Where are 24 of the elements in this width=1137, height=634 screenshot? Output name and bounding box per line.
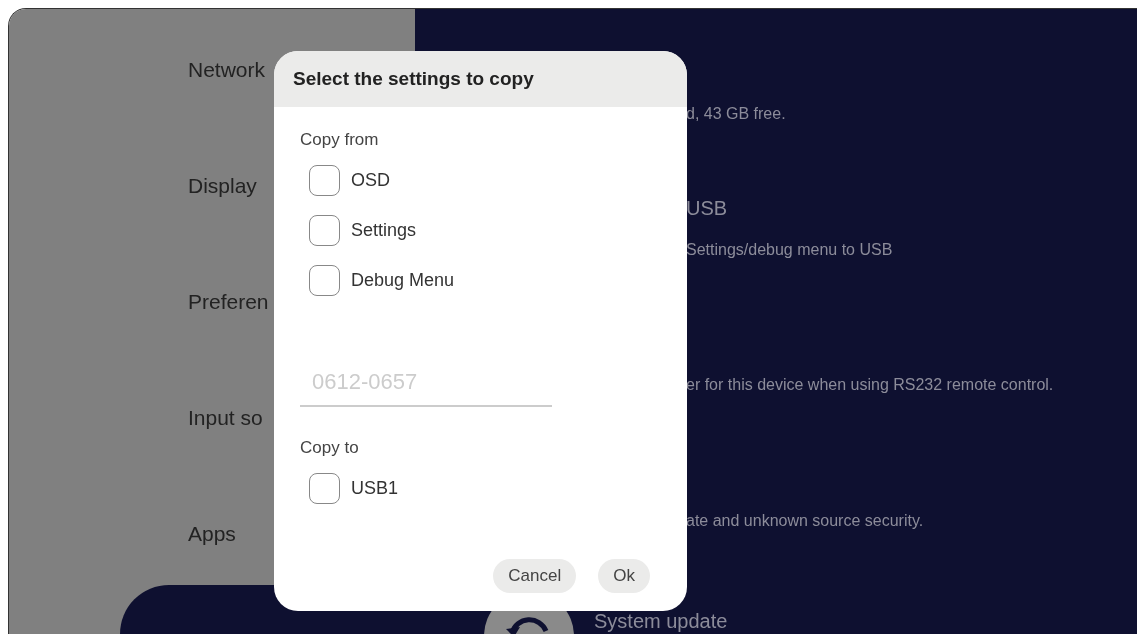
setting-description: ate and unknown source security.	[686, 511, 924, 531]
sidebar-item[interactable]: Network	[188, 58, 266, 81]
checkbox-label: Debug Menu	[351, 269, 455, 291]
dialog-title: Select the settings to copy	[293, 68, 534, 90]
ok-button[interactable]: Ok	[598, 559, 650, 593]
setting-description: er for this device when using RS232 remote control.	[686, 375, 1054, 395]
storage-description: d, 43 GB free.	[686, 104, 786, 124]
section-label: Copy to	[300, 437, 359, 459]
sidebar-item[interactable]: Input so	[188, 406, 263, 429]
setting-title: System update	[594, 611, 728, 631]
checkbox[interactable]	[309, 264, 340, 296]
setting-description: Settings/debug menu to USB	[686, 240, 893, 260]
section-label: Copy from	[300, 129, 379, 151]
sidebar-item[interactable]: Apps	[188, 522, 236, 545]
checkbox-label: OSD	[351, 169, 390, 191]
cancel-button[interactable]: Cancel	[493, 559, 577, 593]
checkbox-label: Settings	[351, 219, 417, 241]
sidebar-item[interactable]: Preferen	[188, 290, 269, 313]
setting-title: USB	[686, 196, 728, 220]
checkbox-label: USB1	[351, 477, 399, 499]
checkbox[interactable]	[309, 214, 340, 246]
checkbox[interactable]	[309, 472, 340, 504]
sidebar-item[interactable]: Display	[188, 174, 257, 197]
checkbox[interactable]	[309, 164, 340, 196]
